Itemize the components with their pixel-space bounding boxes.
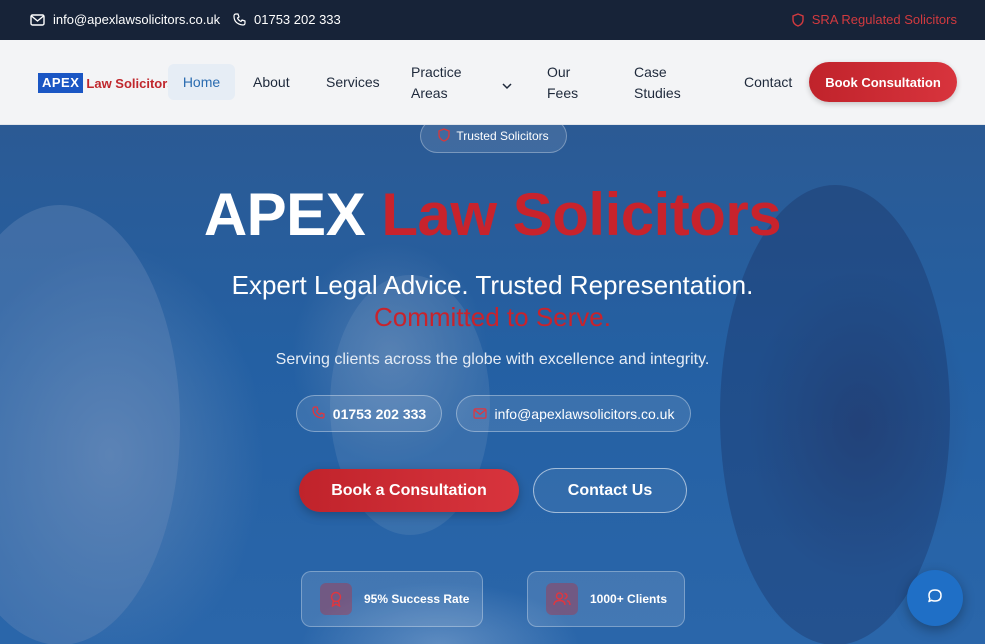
hero-email-link[interactable]: info@apexlawsolicitors.co.uk <box>456 395 691 432</box>
site-logo[interactable]: APEX Law Solicitors <box>38 73 175 93</box>
phone-icon <box>312 405 325 422</box>
nav-practice-areas[interactable]: Practice Areas <box>411 62 481 104</box>
trusted-badge: Trusted Solicitors <box>420 125 567 153</box>
nav-services[interactable]: Services <box>326 72 380 93</box>
chat-button[interactable] <box>907 570 963 626</box>
main-navigation: APEX Law Solicitors Home About Services … <box>0 40 985 125</box>
hero-subtitle: Expert Legal Advice. Trusted Representat… <box>231 270 754 300</box>
users-icon <box>546 583 578 615</box>
stat-success-text: 95% Success Rate <box>364 592 470 606</box>
award-icon <box>320 583 352 615</box>
hero-title-red: Law Solicitors <box>381 181 782 248</box>
nav-case-studies[interactable]: Case Studies <box>634 62 694 104</box>
nav-about[interactable]: About <box>253 72 290 93</box>
stat-clients: 1000+ Clients <box>527 571 685 627</box>
topbar-phone-link[interactable]: 01753 202 333 <box>233 12 341 27</box>
chat-icon <box>927 588 943 609</box>
nav-contact[interactable]: Contact <box>744 72 792 93</box>
hero-email-text: info@apexlawsolicitors.co.uk <box>494 405 675 422</box>
nav-our-fees[interactable]: Our Fees <box>547 62 597 104</box>
sra-badge: SRA Regulated Solicitors <box>792 12 957 27</box>
hero-subtitle-red: Committed to Serve. <box>374 302 611 332</box>
book-consultation-button[interactable]: Book Consultation <box>809 62 957 102</box>
book-a-consultation-button[interactable]: Book a Consultation <box>299 469 519 512</box>
background-photo-figure <box>720 185 950 644</box>
mail-icon <box>30 13 45 26</box>
hero-section: Trusted Solicitors APEX Law Solicitors E… <box>0 125 985 644</box>
stat-success-rate: 95% Success Rate <box>301 571 483 627</box>
contact-us-button[interactable]: Contact Us <box>533 468 687 513</box>
stat-clients-text: 1000+ Clients <box>590 592 668 606</box>
topbar-email-text: info@apexlawsolicitors.co.uk <box>53 12 221 27</box>
hero-title-white: APEX <box>203 181 366 248</box>
hero-phone-link[interactable]: 01753 202 333 <box>296 395 442 432</box>
nav-home[interactable]: Home <box>168 64 235 100</box>
hero-phone-text: 01753 202 333 <box>332 405 427 422</box>
logo-text: Law Solicitors <box>86 75 175 91</box>
topbar-phone-text: 01753 202 333 <box>254 12 341 27</box>
hero-title: APEX Law Solicitors <box>0 180 985 250</box>
mail-icon <box>472 406 487 422</box>
trusted-badge-text: Trusted Solicitors <box>456 129 549 143</box>
topbar-email-link[interactable]: info@apexlawsolicitors.co.uk <box>30 12 220 27</box>
sra-text: SRA Regulated Solicitors <box>811 12 957 27</box>
logo-apex: APEX <box>38 73 84 93</box>
phone-icon <box>233 13 246 26</box>
shield-icon <box>792 12 804 27</box>
hero-tagline: Serving clients across the globe with ex… <box>275 351 710 368</box>
chevron-down-icon[interactable] <box>502 77 512 95</box>
shield-icon <box>438 127 451 145</box>
top-contact-bar: info@apexlawsolicitors.co.uk 01753 202 3… <box>0 0 985 40</box>
